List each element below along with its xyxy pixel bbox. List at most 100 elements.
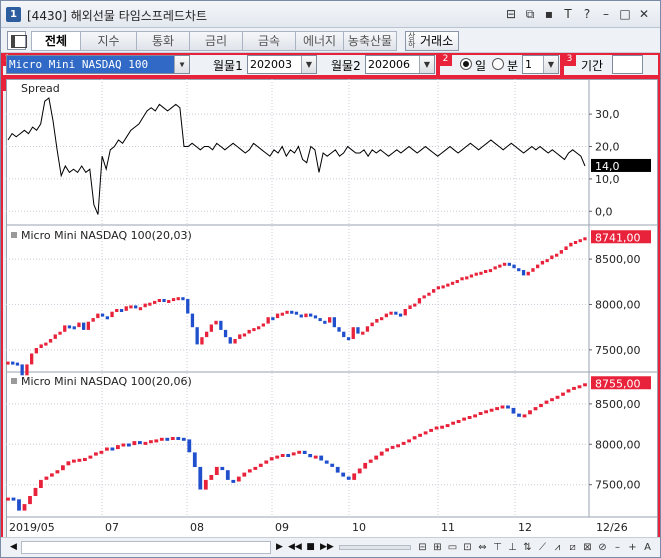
price-bar [17,499,21,511]
price-bar [269,457,274,461]
zoom-out-icon[interactable]: – [611,541,624,554]
stop-icon[interactable]: ■ [304,541,317,554]
price-bar [22,504,27,511]
tool-icon[interactable]: ⇔ [476,541,489,554]
close-icon[interactable]: ✕ [636,6,652,22]
price-bar [149,440,153,444]
price-bar [389,311,393,315]
exchange-button[interactable]: 상하 거래소 [405,31,459,51]
maximize-icon[interactable]: □ [617,6,633,22]
price-bar [153,300,157,304]
price-bar [521,270,526,276]
text-icon[interactable]: T [560,6,576,22]
split-view-icon[interactable]: ⊟ [503,6,519,22]
layout-toggle-icon[interactable] [7,31,27,50]
tool-icon[interactable]: ⊥ [506,541,519,554]
period-input[interactable] [612,55,643,74]
chevron-down-icon[interactable]: ▼ [543,56,558,73]
price-bar [138,441,142,445]
help-icon[interactable]: ? [579,6,595,22]
price-bar [181,297,185,301]
chevron-down-icon[interactable]: ▼ [174,56,189,73]
scroll-right-icon[interactable]: ▶ [273,541,286,554]
price-bar [445,424,450,428]
price-bar [138,307,143,311]
tab-energy[interactable]: 에너지 [296,31,344,51]
price-bar [403,309,407,316]
product-select[interactable]: Micro Mini NASDAQ 100 ▼ [6,55,190,74]
tool-icon[interactable]: ⊞ [431,541,444,554]
tool-icon[interactable]: ▭ [446,541,459,554]
copy-window-icon[interactable]: ⧉ [522,6,538,22]
scroll-left-icon[interactable]: ◀ [7,541,20,554]
price-bar [110,447,115,451]
price-bar [380,317,384,321]
tab-index[interactable]: 지수 [81,31,137,51]
fast-forward-icon[interactable]: ▶▶ [320,541,334,554]
price-bar [86,321,90,330]
price-bar [555,395,560,399]
month2-value: 202006 [368,58,410,71]
month1-select[interactable]: 202003 ▼ [247,55,317,74]
font-icon[interactable]: A [641,541,654,554]
price-bar [550,398,554,402]
day-radio[interactable] [460,58,472,70]
tool-icon[interactable]: ⊡ [461,541,474,554]
price-bar [583,237,587,241]
price-bar [456,420,461,423]
price-bar [398,313,403,317]
tool-icon[interactable]: ⩘ [551,541,564,554]
chevron-down-icon[interactable]: ▼ [301,56,316,73]
price-bar [308,454,313,458]
window-controls: ⊟ ⧉ ▪ T ? – □ ✕ [503,6,652,22]
price-bar [291,452,296,456]
y-tick-label: 0,0 [595,205,613,218]
minute-select[interactable]: 1 ▼ [522,55,559,74]
minute-label: 분 [507,59,519,73]
price-bar [304,313,308,318]
scroll-track[interactable] [21,541,271,554]
price-bar [390,445,395,449]
x-tick-label: 07 [105,521,119,534]
y-tick-label: 20,0 [595,141,620,154]
price-bar [434,426,439,430]
tool-icon[interactable]: ⇅ [521,541,534,554]
price-bar [328,317,332,323]
tool-icon[interactable]: ⊤ [491,541,504,554]
tab-metal[interactable]: 금속 [243,31,296,51]
pin-icon[interactable]: ▪ [541,6,557,22]
price-bar [495,407,499,411]
price-bar [115,309,119,312]
chevron-down-icon[interactable]: ▼ [419,56,434,73]
month2-select[interactable]: 202006 ▼ [365,55,435,74]
price-bar [351,327,355,339]
tab-agriculture[interactable]: 농축산물 [344,31,397,51]
price-bar [342,331,346,338]
zoom-slider[interactable] [339,545,411,550]
price-bar [374,455,379,460]
tool-icon[interactable]: ⊟ [416,541,429,554]
spread-chart[interactable]: 2019/05 07 08 09 10 11 12 12/26 30,0 20,0 10,0 0,0 1… [6,79,658,539]
rewind-icon[interactable]: ◀◀ [288,541,302,554]
price-bar [429,428,433,432]
price-bar [540,260,545,265]
zoom-in-icon[interactable]: + [626,541,639,554]
tab-currency[interactable]: 통화 [137,31,190,51]
tool-icon[interactable]: ⟋ [536,541,549,554]
price-bar [44,342,48,346]
tab-interest[interactable]: 금리 [190,31,243,51]
price-bar [77,458,82,462]
tool-icon[interactable]: ⧄ [566,541,579,554]
tool-icon[interactable]: ⊠ [581,541,594,554]
price-bar [82,322,86,330]
price-bar [39,479,43,488]
minimize-icon[interactable]: – [598,6,614,22]
price-bar [83,458,87,461]
y-tick-label: 7500,00 [595,479,641,492]
minute-radio[interactable] [492,58,504,70]
price-bar [200,337,204,345]
tab-all[interactable]: 전체 [31,31,81,51]
price-bar [34,348,38,354]
search-icon[interactable]: ⊘ [596,541,609,554]
price-bar [170,437,175,440]
